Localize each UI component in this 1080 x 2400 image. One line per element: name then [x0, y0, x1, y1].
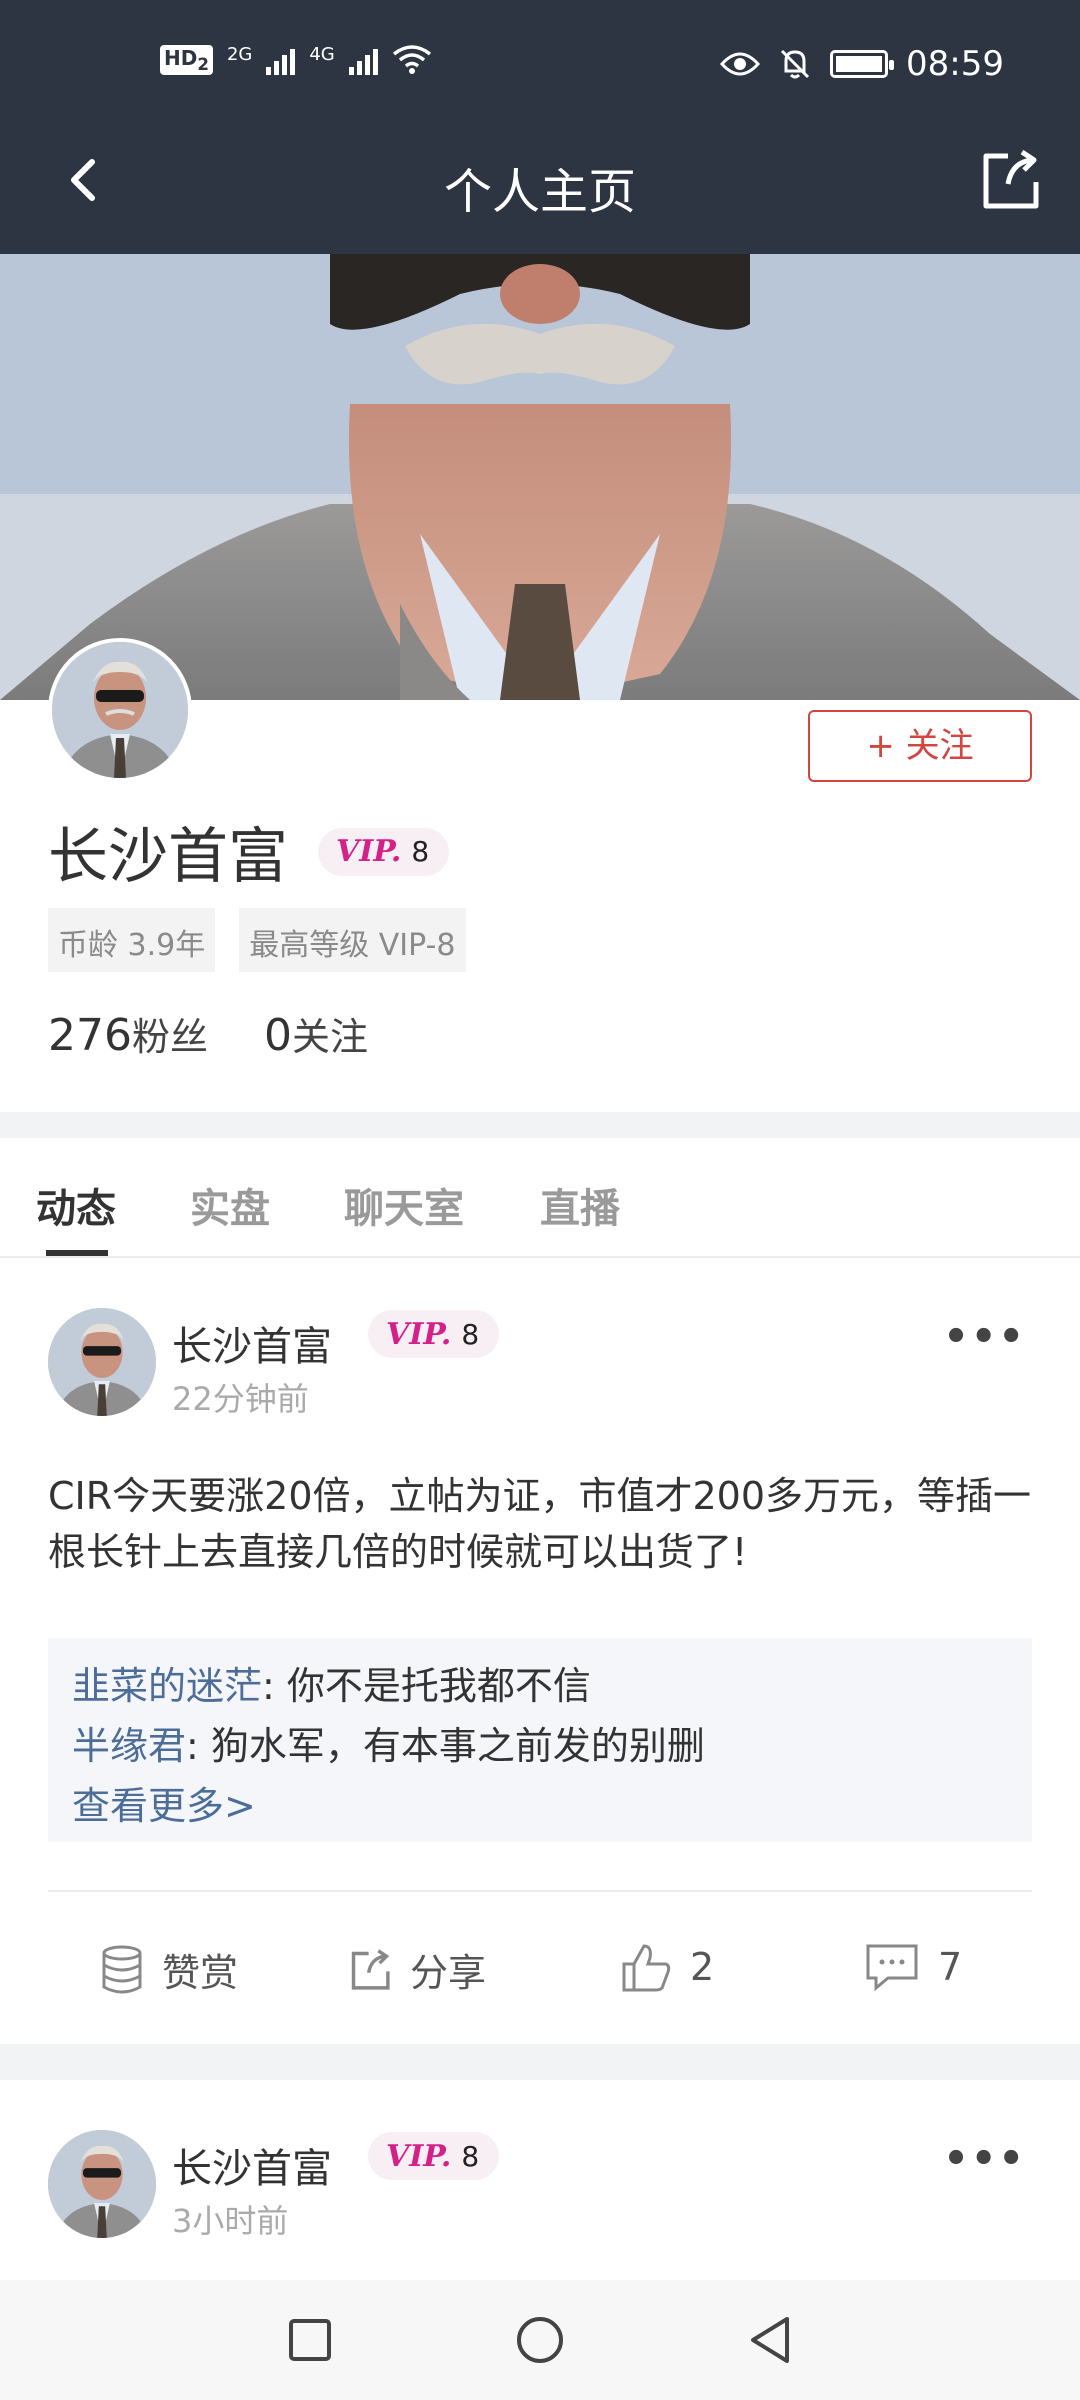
avatar-image — [48, 1308, 156, 1416]
mute-bell-icon — [780, 49, 810, 79]
comment-bubble-icon — [866, 1944, 918, 1992]
fans-stat[interactable]: 276粉丝 — [48, 1006, 208, 1061]
profile-stats: 276粉丝 0关注 — [48, 1006, 368, 1061]
share-icon — [351, 1948, 390, 1990]
tab-active-indicator — [46, 1250, 108, 1256]
vip-badge: VIP. 8 — [368, 2132, 500, 2180]
post-content: CIR今天要涨20倍，立帖为证，市值才200多万元，等插一根长针上去直接几倍的时… — [48, 1474, 1032, 1574]
share-label: 分享 — [410, 1951, 487, 1995]
status-right: 08:59 — [720, 44, 1004, 84]
following-count: 0 — [264, 1010, 292, 1061]
like-count: 2 — [690, 1945, 715, 1989]
network-4g-label: 4G — [309, 44, 335, 65]
home-button[interactable] — [510, 2310, 570, 2370]
back-nav-button[interactable] — [740, 2310, 800, 2370]
post-card: 长沙首富 VIP. 8 3小时前 ••• — [0, 2080, 1080, 2280]
network-2g-label: 2G — [226, 44, 253, 65]
see-more-link[interactable]: 查看更多> — [72, 1776, 1008, 1836]
vip-badge: VIP. 8 — [318, 827, 450, 876]
hd-badge: HD2 — [160, 45, 213, 75]
tab-live[interactable]: 直播 — [540, 1176, 620, 1234]
profile-avatar[interactable] — [48, 638, 192, 782]
comment-text: : 你不是托我都不信 — [262, 1664, 591, 1708]
more-options-icon[interactable]: ••• — [943, 2136, 1026, 2182]
vip-logo: VIP. — [386, 2138, 452, 2174]
share-post-button[interactable]: 分享 — [348, 1942, 486, 1997]
fans-count: 276 — [48, 1010, 132, 1061]
comment-item: 半缘君: 狗水军，有本事之前发的别删 — [72, 1716, 1008, 1776]
post-actions: 赞赏 分享 2 7 — [0, 1942, 1080, 2022]
profile-tags: 币龄 3.9年 最高等级 VIP-8 — [48, 908, 466, 972]
top-bar: HD2 2G 4G 08:59 个人主页 — [0, 0, 1080, 254]
comment-text: : 狗水军，有本事之前发的别删 — [186, 1724, 705, 1768]
share-icon — [983, 149, 1039, 209]
triangle-back-icon — [751, 2317, 789, 2363]
thumbs-up-icon — [622, 1944, 671, 1992]
post-author-name[interactable]: 长沙首富 — [172, 2136, 332, 2194]
wifi-icon — [392, 45, 431, 74]
vip-logo: VIP. — [386, 1316, 452, 1352]
fans-label: 粉丝 — [131, 1015, 208, 1059]
vip-level: 8 — [461, 1317, 480, 1351]
comment-count: 7 — [938, 1945, 963, 1989]
recent-apps-button[interactable] — [280, 2310, 340, 2370]
cover-portrait-image — [0, 254, 1080, 700]
tab-feed[interactable]: 动态 — [36, 1176, 116, 1234]
vip-level: 8 — [461, 2139, 480, 2173]
post-author-avatar[interactable] — [48, 1308, 156, 1416]
comment-user[interactable]: 韭菜的迷茫 — [72, 1664, 262, 1708]
status-bar: HD2 2G 4G 08:59 — [0, 0, 1080, 130]
post-card: 长沙首富 VIP. 8 22分钟前 ••• CIR今天要涨20倍，立帖为证，市值… — [0, 1260, 1080, 2044]
post-author-name[interactable]: 长沙首富 — [172, 1314, 332, 1372]
profile-name: 长沙首富 — [48, 822, 288, 892]
section-divider — [0, 2044, 1080, 2080]
coin-stack-icon — [102, 1945, 142, 1993]
max-level-tag: 最高等级 VIP-8 — [239, 908, 466, 972]
eye-icon — [720, 52, 761, 76]
tab-portfolio[interactable]: 实盘 — [190, 1176, 270, 1234]
post-author-avatar[interactable] — [48, 2130, 156, 2238]
post-divider — [48, 1890, 1032, 1892]
following-label: 关注 — [292, 1015, 369, 1059]
avatar-image — [48, 2130, 156, 2238]
tab-bar: 动态 实盘 聊天室 直播 — [0, 1138, 1080, 1258]
section-divider — [0, 1112, 1080, 1138]
status-left: HD2 2G 4G — [160, 44, 432, 76]
circle-icon — [517, 2317, 563, 2363]
following-stat[interactable]: 0关注 — [264, 1006, 368, 1061]
coin-age-tag: 币龄 3.9年 — [48, 908, 216, 972]
profile-name-row: 长沙首富 VIP. 8 — [48, 808, 450, 895]
reward-label: 赞赏 — [162, 1951, 239, 1995]
square-icon — [289, 2319, 331, 2361]
comment-user[interactable]: 半缘君 — [72, 1724, 186, 1768]
tab-chatroom[interactable]: 聊天室 — [344, 1176, 464, 1234]
post-time: 22分钟前 — [172, 1380, 309, 1418]
clock: 08:59 — [906, 44, 1004, 84]
signal-icon-2 — [348, 45, 378, 75]
comment-item: 韭菜的迷茫: 你不是托我都不信 — [72, 1656, 1008, 1716]
avatar-image — [52, 642, 188, 778]
battery-icon — [830, 50, 895, 78]
comment-button[interactable]: 7 — [864, 1942, 962, 1992]
vip-badge: VIP. 8 — [368, 1310, 500, 1358]
comment-preview[interactable]: 韭菜的迷茫: 你不是托我都不信 半缘君: 狗水军，有本事之前发的别删 查看更多> — [48, 1638, 1032, 1842]
cover-photo — [0, 254, 1080, 700]
page-title: 个人主页 — [443, 164, 636, 220]
post-time: 3小时前 — [172, 2202, 289, 2240]
vip-level: 8 — [411, 835, 430, 868]
system-nav-bar — [0, 2280, 1080, 2400]
share-button[interactable] — [978, 148, 1042, 212]
signal-icon — [266, 45, 296, 75]
follow-button[interactable]: + 关注 — [808, 710, 1032, 782]
more-options-icon[interactable]: ••• — [943, 1314, 1026, 1360]
reward-button[interactable]: 赞赏 — [100, 1942, 238, 1997]
vip-logo: VIP. — [336, 834, 402, 869]
like-button[interactable]: 2 — [620, 1942, 714, 1992]
